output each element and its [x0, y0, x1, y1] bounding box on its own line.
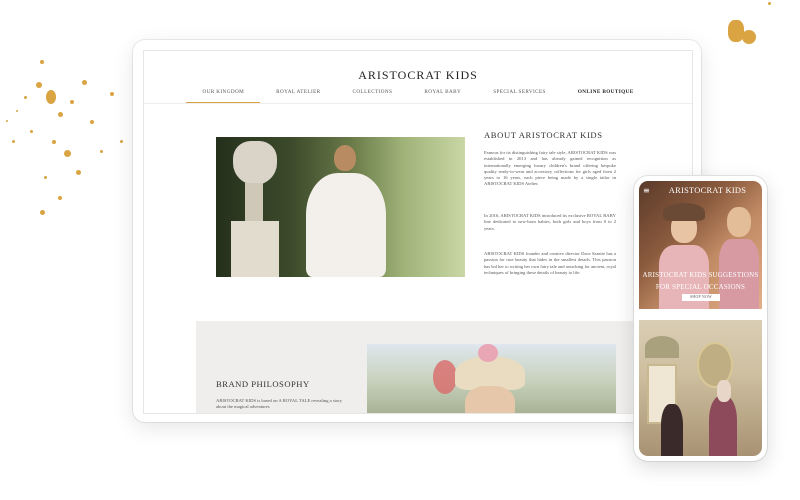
phone-screen: ≡ ARISTOCRAT KIDS ARISTOCRAT KIDS SUGGES… [639, 181, 762, 456]
tablet-device: ARISTOCRAT KIDS OUR KINGDOM ROYAL ATELIE… [133, 40, 701, 422]
hamburger-menu-icon[interactable]: ≡ [643, 186, 650, 195]
about-paragraph-2: In 2016, ARISTOCRAT KIDS introduced its … [484, 213, 616, 231]
hero-photo-girl-garden [216, 137, 465, 277]
phone-logo[interactable]: ARISTOCRAT KIDS [653, 186, 762, 195]
caption-line-2: FOR SPECIAL OCCASIONS [655, 283, 746, 291]
nav-item-special-services[interactable]: SPECIAL SERVICES [477, 87, 562, 103]
nav-item-royal-baby[interactable]: ROYAL BABY [408, 87, 477, 103]
nav-divider [144, 103, 692, 104]
philosophy-title: BRAND PHILOSOPHY [216, 379, 310, 389]
phone-hero-caption: ARISTOCRAT KIDS SUGGESTIONS FOR SPECIAL … [639, 269, 762, 293]
phone-device: ≡ ARISTOCRAT KIDS ARISTOCRAT KIDS SUGGES… [634, 176, 767, 461]
philosophy-text: ARISTOCRAT KIDS is based on A ROYAL TALE… [216, 398, 343, 410]
nav-item-our-kingdom[interactable]: OUR KINGDOM [186, 87, 261, 103]
phone-room-photo [639, 320, 762, 456]
nav-item-online-boutique[interactable]: ONLINE BOUTIQUE [562, 87, 650, 103]
stone-urn [231, 141, 279, 277]
site-logo[interactable]: ARISTOCRAT KIDS [144, 68, 692, 83]
shop-now-button[interactable]: SHOP NOW [682, 294, 720, 301]
main-nav: OUR KINGDOM ROYAL ATELIER COLLECTIONS RO… [144, 87, 692, 103]
tablet-screen: ARISTOCRAT KIDS OUR KINGDOM ROYAL ATELIE… [143, 50, 693, 414]
nav-item-collections[interactable]: COLLECTIONS [337, 87, 409, 103]
nav-item-royal-atelier[interactable]: ROYAL ATELIER [260, 87, 336, 103]
caption-line-1: ARISTOCRAT KIDS SUGGESTIONS [642, 271, 759, 279]
about-paragraph-3: ARISTOCRAT KIDS founder and creative dir… [484, 251, 616, 275]
about-paragraph-1: Famous for its distinguishing fairy tale… [484, 150, 616, 187]
about-title: ABOUT ARISTOCRAT KIDS [484, 130, 603, 140]
philosophy-photo-girl-hat [367, 344, 616, 413]
girl-figure [301, 145, 391, 277]
